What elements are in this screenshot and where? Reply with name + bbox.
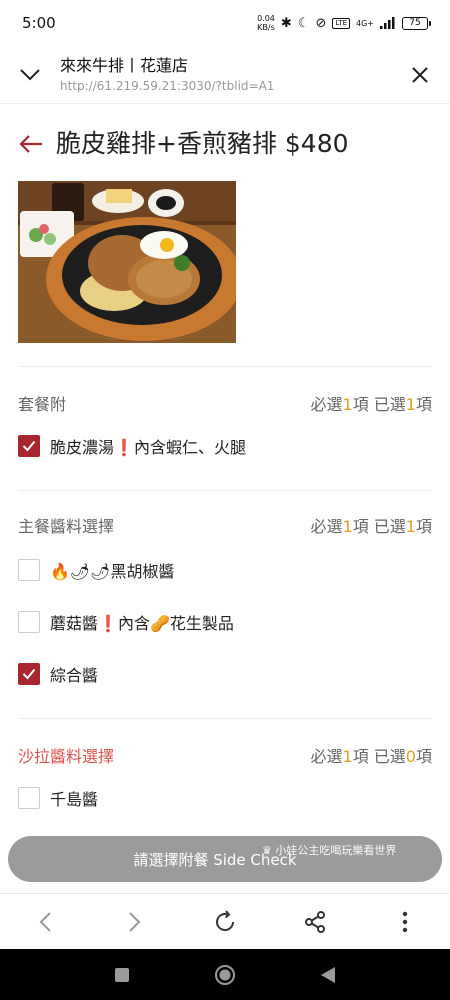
req-suffix: 項 — [415, 517, 432, 536]
divider — [18, 490, 432, 491]
label-note: 內含蝦仁、火腿 — [133, 438, 246, 457]
back-arrow-icon — [19, 135, 42, 153]
chevron-left-icon — [39, 911, 51, 932]
option-mixed[interactable]: 綜合醬 — [18, 662, 98, 686]
status-bar: 5:00 0.04 KB/s ✱ ☾ ⊘ LTE 4G+ 75 — [0, 0, 450, 46]
product-image — [18, 181, 236, 343]
reload-icon — [216, 909, 234, 931]
checkbox-unchecked[interactable] — [18, 559, 40, 581]
battery-icon: 75 — [402, 16, 431, 30]
status-icons: 0.04 KB/s ✱ ☾ ⊘ LTE 4G+ 75 — [257, 14, 431, 32]
option-soup[interactable]: 脆皮濃湯❗內含蝦仁、火腿 — [18, 434, 246, 458]
recents-icon — [114, 967, 129, 982]
collapse-button[interactable] — [0, 46, 60, 104]
req-prefix: 必選 — [310, 747, 343, 766]
signal-icon — [380, 17, 395, 29]
recents-button[interactable] — [102, 955, 142, 995]
req-suffix: 項 — [415, 747, 432, 766]
home-icon — [214, 964, 235, 985]
section-header: 套餐附 必選1項 已選1項 — [18, 390, 432, 416]
section-header: 主餐醬料選擇 必選1項 已選1項 — [18, 512, 432, 538]
home-button[interactable] — [205, 955, 245, 995]
share-button[interactable] — [287, 894, 343, 950]
section-title: 套餐附 — [18, 395, 67, 414]
system-nav-bar — [0, 949, 450, 1000]
net-speed-unit: KB/s — [257, 23, 275, 32]
checkbox-unchecked[interactable] — [18, 787, 40, 809]
lte-badge: LTE — [332, 17, 350, 29]
browser-forward-button[interactable] — [107, 894, 163, 950]
exclamation-icon: ❗ — [114, 438, 134, 457]
close-button[interactable] — [390, 46, 450, 104]
product-header: 脆皮雞排+香煎豬排 $480 — [18, 126, 349, 162]
req-prefix: 必選 — [310, 395, 343, 414]
option-label: 🔥🌶🌶黑胡椒醬 — [50, 562, 175, 581]
status-time: 5:00 — [22, 14, 56, 32]
req-prefix: 必選 — [310, 517, 343, 536]
option-black-pepper[interactable]: 🔥🌶🌶黑胡椒醬 — [18, 558, 175, 582]
page-url: http://61.219.59.21:3030/?tblid=A1 — [60, 78, 275, 93]
chevron-down-icon — [20, 68, 40, 80]
net-speed-value: 0.04 — [257, 14, 275, 23]
back-nav-button[interactable] — [308, 955, 348, 995]
selected-count: 1 — [405, 517, 416, 536]
label-main: 蘑菇醬 — [50, 614, 99, 633]
label-main: 脆皮濃湯 — [50, 438, 115, 457]
header-text: 來來牛排丨花蓮店 http://61.219.59.21:3030/?tblid… — [60, 55, 390, 95]
label-note: 內含🥜花生製品 — [117, 614, 234, 633]
section-requirement: 必選1項 已選1項 — [311, 513, 433, 537]
reload-button[interactable] — [197, 894, 253, 950]
net-speed: 0.04 KB/s — [257, 14, 275, 32]
section-header: 沙拉醬料選擇 必選1項 已選0項 — [18, 742, 432, 768]
divider — [18, 718, 432, 719]
mute-icon: ⊘ — [315, 15, 327, 31]
checkbox-checked[interactable] — [18, 663, 40, 685]
option-thousand-island[interactable]: 千島醬 — [18, 786, 98, 810]
section-requirement: 必選1項 已選1項 — [311, 391, 433, 415]
required-count: 1 — [342, 395, 353, 414]
back-button[interactable] — [18, 126, 46, 162]
selected-count: 0 — [405, 747, 416, 766]
product-title: 脆皮雞排+香煎豬排 $480 — [56, 129, 349, 158]
page-title: 來來牛排丨花蓮店 — [60, 55, 189, 75]
req-mid: 項 已選 — [352, 395, 406, 414]
bluetooth-icon: ✱ — [280, 15, 292, 31]
checkbox-checked[interactable] — [18, 435, 40, 457]
more-vert-icon — [402, 911, 408, 932]
browser-back-button[interactable] — [17, 894, 73, 950]
checkmark-icon — [22, 440, 36, 452]
option-mushroom[interactable]: 蘑菇醬❗內含🥜花生製品 — [18, 610, 234, 634]
chevron-right-icon — [129, 911, 141, 932]
share-icon — [305, 910, 325, 933]
exclamation-icon: ❗ — [98, 614, 118, 633]
section-title: 主餐醬料選擇 — [18, 517, 115, 536]
more-button[interactable] — [377, 894, 433, 950]
option-label: 脆皮濃湯❗內含蝦仁、火腿 — [50, 434, 246, 458]
option-label: 蘑菇醬❗內含🥜花生製品 — [50, 610, 234, 634]
req-mid: 項 已選 — [352, 517, 406, 536]
section-title: 沙拉醬料選擇 — [18, 747, 115, 766]
moon-icon: ☾ — [297, 15, 310, 31]
watermark: ♛ 小娃公主吃喝玩樂看世界 — [262, 844, 397, 857]
section-requirement: 必選1項 已選0項 — [311, 743, 433, 767]
divider — [18, 366, 432, 367]
network-type: 4G+ — [356, 18, 374, 28]
browser-toolbar — [0, 893, 450, 949]
option-label: 綜合醬 — [50, 666, 99, 685]
required-count: 1 — [342, 517, 353, 536]
close-icon — [412, 66, 428, 83]
req-suffix: 項 — [415, 395, 432, 414]
selected-count: 1 — [405, 395, 416, 414]
checkmark-icon — [22, 668, 36, 680]
req-mid: 項 已選 — [352, 747, 406, 766]
browser-header: 來來牛排丨花蓮店 http://61.219.59.21:3030/?tblid… — [0, 46, 450, 104]
checkbox-unchecked[interactable] — [18, 611, 40, 633]
triangle-back-icon — [321, 966, 336, 983]
required-count: 1 — [342, 747, 353, 766]
option-label: 千島醬 — [50, 790, 99, 809]
